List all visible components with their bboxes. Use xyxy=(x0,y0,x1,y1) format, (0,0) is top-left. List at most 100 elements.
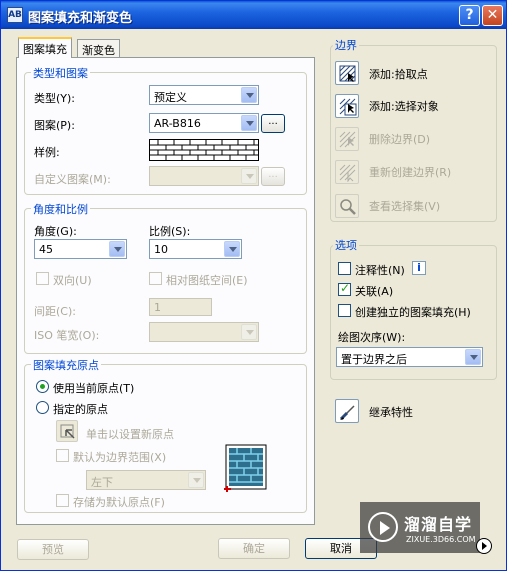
recreate-boundary-icon xyxy=(339,164,356,182)
app-icon: AB xyxy=(7,7,23,23)
default-extent-checkbox[interactable] xyxy=(56,449,69,462)
draw-order-value: 置于边界之后 xyxy=(341,353,407,366)
view-selection-button[interactable] xyxy=(335,194,359,218)
tab-gradient[interactable]: 渐变色 xyxy=(77,39,120,57)
group-label: 图案填充原点 xyxy=(31,357,101,373)
specified-origin-radio[interactable] xyxy=(36,401,49,414)
chevron-down-icon[interactable] xyxy=(109,241,125,257)
associative-checkbox[interactable] xyxy=(338,281,351,296)
recreate-boundary-label[interactable]: 重新创建边界(R) xyxy=(369,164,451,180)
inherit-properties-button[interactable] xyxy=(335,399,359,423)
relative-paper-checkbox[interactable] xyxy=(149,272,162,285)
options-group: 选项 注释性(N) i 关联(A) 创建独立的图案填充(H) 绘图次序(W): … xyxy=(330,237,497,380)
default-extent-label: 默认为边界范围(X) xyxy=(73,451,167,464)
use-current-origin-label: 使用当前原点(T) xyxy=(53,382,135,395)
ok-button[interactable]: 确定 xyxy=(218,538,290,559)
more-options-arrow-icon[interactable] xyxy=(476,538,492,554)
pattern-swatch[interactable] xyxy=(149,139,259,161)
set-origin-button[interactable] xyxy=(56,420,78,442)
watermark-url: ZIXUE.3D66.COM xyxy=(406,535,476,544)
spacing-label: 间距(C): xyxy=(34,305,76,318)
chevron-down-icon[interactable] xyxy=(241,87,257,103)
angle-select[interactable]: 45 xyxy=(34,239,127,259)
pattern-label: 图案(P): xyxy=(34,119,75,132)
double-label: 双向(U) xyxy=(53,274,92,287)
extent-position-select[interactable]: 左下 xyxy=(86,470,206,490)
extent-position-value: 左下 xyxy=(91,476,113,489)
specified-origin-label: 指定的原点 xyxy=(53,403,108,416)
swatch-label: 样例: xyxy=(34,146,60,159)
help-button[interactable]: ? xyxy=(459,5,480,26)
chevron-down-icon[interactable] xyxy=(465,349,481,365)
iso-pen-select[interactable] xyxy=(149,322,259,342)
hatch-dialog: AB 图案填充和渐变色 ? ✕ 图案填充 渐变色 类型和图案 类型(Y): 预定… xyxy=(0,0,507,571)
hatch-origin-preview-icon xyxy=(224,444,267,492)
separate-hatch-checkbox[interactable] xyxy=(338,304,351,317)
hatch-origin-group: 图案填充原点 使用当前原点(T) 指定的原点 单击以设置新原点 默认为边界范围(… xyxy=(24,357,307,513)
chevron-down-icon[interactable] xyxy=(241,115,257,131)
pattern-select-value: AR-B816 xyxy=(154,117,201,130)
annotative-checkbox[interactable] xyxy=(338,262,351,275)
click-set-origin-label: 单击以设置新原点 xyxy=(86,428,174,441)
magnifier-icon xyxy=(340,199,356,215)
angle-label: 角度(G): xyxy=(34,225,77,238)
double-checkbox[interactable] xyxy=(36,272,49,285)
group-label: 选项 xyxy=(333,237,359,253)
origin-preview xyxy=(223,442,269,492)
pattern-select[interactable]: AR-B816 xyxy=(149,113,259,133)
add-pick-point-label[interactable]: 添加:拾取点 xyxy=(369,66,428,82)
scale-label: 比例(S): xyxy=(149,225,191,238)
chevron-down-icon[interactable] xyxy=(241,168,257,184)
pick-point-icon xyxy=(60,424,75,439)
view-selection-label[interactable]: 查看选择集(V) xyxy=(369,198,440,214)
group-label: 类型和图案 xyxy=(31,65,90,81)
custom-pattern-select[interactable] xyxy=(149,166,259,186)
remove-boundary-label[interactable]: 删除边界(D) xyxy=(369,131,430,147)
separate-hatch-label: 创建独立的图案填充(H) xyxy=(355,306,471,319)
tab-hatch[interactable]: 图案填充 xyxy=(18,37,72,58)
window-title: 图案填充和渐变色 xyxy=(28,11,133,26)
select-objects-icon xyxy=(339,98,357,116)
scale-select[interactable]: 10 xyxy=(149,239,242,259)
custom-browse-button[interactable]: ... xyxy=(261,167,285,186)
add-select-objects-label[interactable]: 添加:选择对象 xyxy=(369,98,439,114)
pattern-browse-button[interactable]: ... xyxy=(261,114,285,133)
remove-boundary-icon xyxy=(339,131,356,148)
type-select[interactable]: 预定义 xyxy=(149,85,259,105)
iso-pen-label: ISO 笔宽(O): xyxy=(34,329,100,342)
custom-pattern-label: 自定义图案(M): xyxy=(34,173,111,186)
chevron-down-icon[interactable] xyxy=(224,241,240,257)
add-pick-point-button[interactable] xyxy=(335,61,359,85)
watermark: 溜溜自学 ZIXUE.3D66.COM xyxy=(360,502,480,553)
type-pattern-group: 类型和图案 类型(Y): 预定义 图案(P): AR-B816 ... 样例: … xyxy=(24,65,307,195)
spacing-input[interactable]: 1 xyxy=(149,298,212,316)
group-label: 角度和比例 xyxy=(31,201,90,217)
recreate-boundary-button[interactable] xyxy=(335,160,359,184)
type-select-value: 预定义 xyxy=(154,91,187,104)
angle-scale-group: 角度和比例 角度(G): 45 比例(S): 10 双向(U) 相对图纸空间(E… xyxy=(24,201,307,354)
draw-order-label: 绘图次序(W): xyxy=(338,331,406,344)
title-bar[interactable]: AB 图案填充和渐变色 ? ✕ xyxy=(1,1,506,29)
chevron-down-icon[interactable] xyxy=(241,324,257,340)
angle-value: 45 xyxy=(39,243,53,256)
remove-boundary-button[interactable] xyxy=(335,127,359,151)
add-select-objects-button[interactable] xyxy=(335,94,359,118)
info-icon[interactable]: i xyxy=(412,261,426,275)
hatch-tab-panel: 类型和图案 类型(Y): 预定义 图案(P): AR-B816 ... 样例: … xyxy=(16,57,315,525)
scale-value: 10 xyxy=(154,243,168,256)
type-label: 类型(Y): xyxy=(34,92,76,105)
paintbrush-icon xyxy=(339,405,355,421)
relative-paper-label: 相对图纸空间(E) xyxy=(166,274,248,287)
boundary-group: 边界 添加:拾取点 添加:选择对象 删除边界(D) 重新创建边界(R) 查看选择… xyxy=(330,37,497,222)
brick-pattern-icon xyxy=(150,140,258,160)
inherit-properties-label[interactable]: 继承特性 xyxy=(369,404,413,420)
chevron-down-icon[interactable] xyxy=(188,472,204,488)
close-button[interactable]: ✕ xyxy=(482,5,503,26)
draw-order-select[interactable]: 置于边界之后 xyxy=(336,347,483,367)
use-current-origin-radio[interactable] xyxy=(36,380,49,393)
store-default-label: 存储为默认原点(F) xyxy=(73,496,165,509)
play-logo-icon xyxy=(368,512,398,542)
store-default-checkbox[interactable] xyxy=(56,494,69,507)
pick-point-icon xyxy=(339,65,356,82)
preview-button[interactable]: 预览 xyxy=(17,539,89,560)
